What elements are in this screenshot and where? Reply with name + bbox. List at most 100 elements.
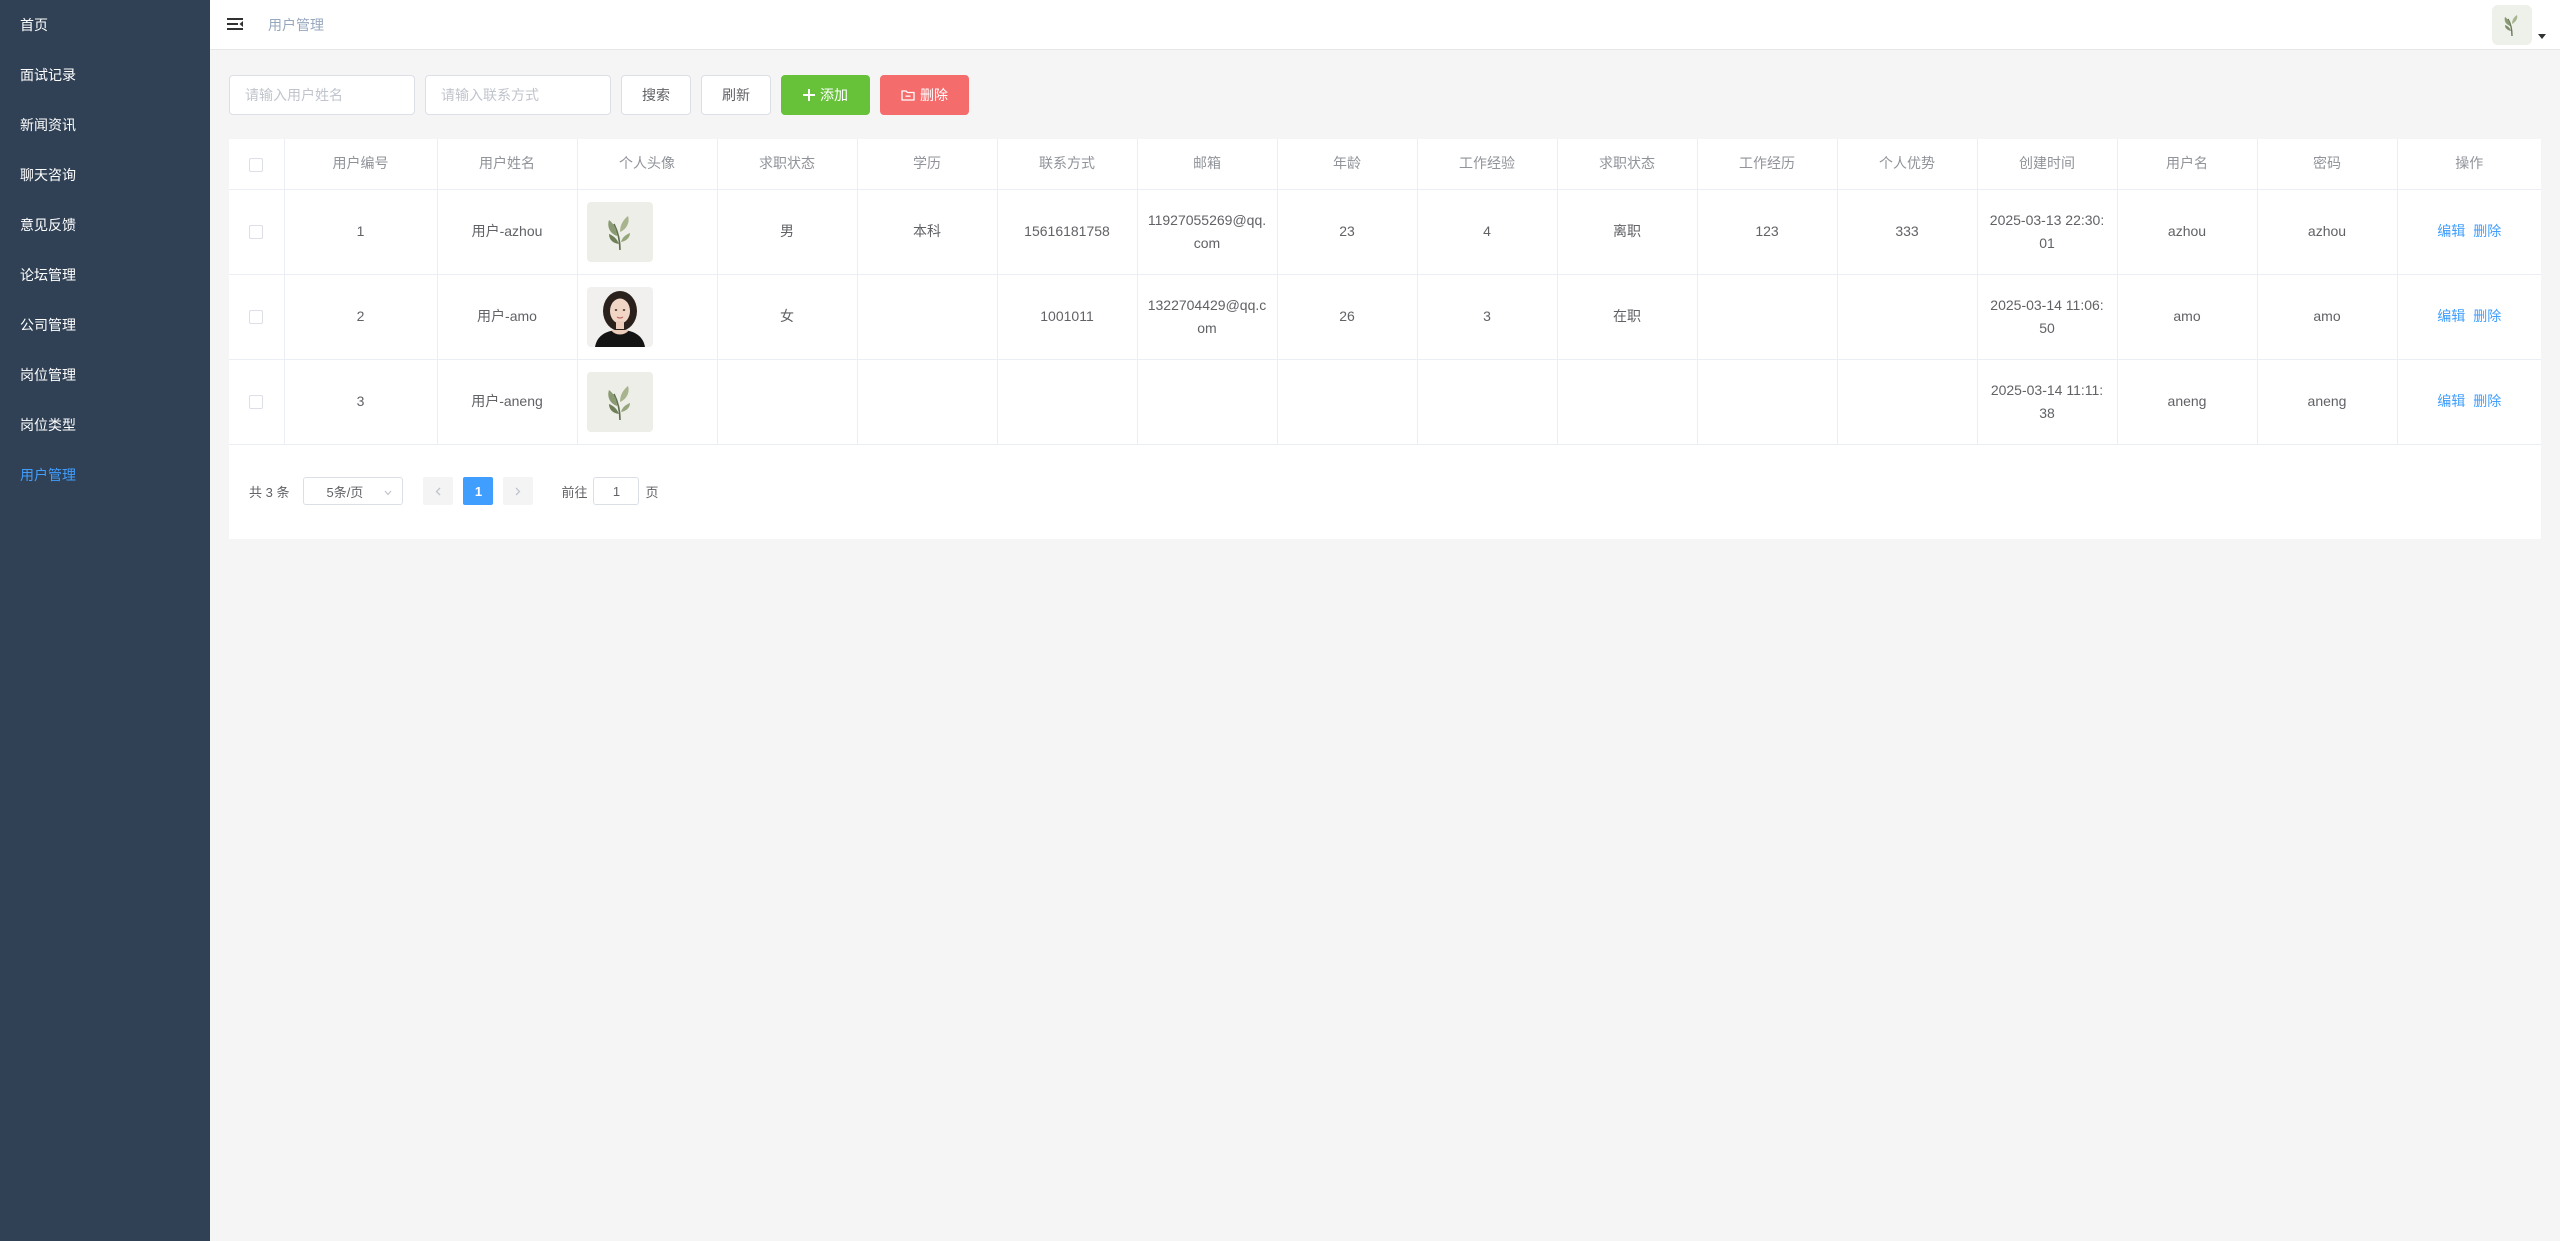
prev-page-button[interactable] [423, 477, 454, 505]
column-header: 求职状态 [1557, 139, 1698, 190]
cell-created: 2025-03-13 22:30:01 [1977, 189, 2118, 275]
next-page-button[interactable] [503, 477, 534, 505]
edit-link[interactable]: 编辑 [2437, 308, 2465, 324]
cell-status [1557, 359, 1698, 445]
edit-link[interactable]: 编辑 [2437, 223, 2465, 239]
delete-button-label: 删除 [920, 87, 948, 103]
refresh-button-label: 刷新 [722, 87, 750, 103]
sidebar-item-chat[interactable]: 聊天咨询 [0, 150, 210, 200]
row-checkbox[interactable] [249, 310, 264, 325]
cell-education [857, 274, 998, 360]
cell-password: amo [2257, 274, 2398, 360]
cell-password: aneng [2257, 359, 2398, 445]
sidebar-item-jobs[interactable]: 岗位管理 [0, 350, 210, 400]
table-row: 1 用户-azhou 男 本科 15616181758 11927055269@… [229, 189, 2541, 275]
sidebar-item-news[interactable]: 新闻资讯 [0, 100, 210, 150]
column-header: 学历 [857, 139, 998, 190]
column-header: 用户编号 [284, 139, 438, 190]
cell-education [857, 359, 998, 445]
delete-button[interactable]: 删除 [880, 75, 969, 115]
caret-down-icon [2538, 33, 2546, 39]
cell-username: aneng [2117, 359, 2258, 445]
search-button[interactable]: 搜索 [621, 75, 691, 115]
refresh-button[interactable]: 刷新 [701, 75, 771, 115]
top-header: 用户管理 [210, 0, 2560, 50]
cell-username: azhou [2117, 189, 2258, 275]
chevron-down-icon [384, 484, 392, 499]
cell-gender [717, 359, 858, 445]
plant-avatar-image [586, 371, 653, 432]
cell-history [1697, 274, 1838, 360]
cell-age [1277, 359, 1418, 445]
goto-page-input[interactable] [593, 477, 640, 505]
delete-link[interactable]: 删除 [2473, 223, 2501, 239]
cell-advantage: 333 [1837, 189, 1978, 275]
add-button-label: 添加 [820, 87, 848, 103]
sidebar: 首页 面试记录 新闻资讯 聊天咨询 意见反馈 论坛管理 公司管理 岗位管理 岗位… [0, 0, 210, 1241]
sidebar-item-feedback[interactable]: 意见反馈 [0, 200, 210, 250]
cell-avatar [577, 274, 718, 360]
cell-gender: 男 [717, 189, 858, 275]
user-avatar-dropdown[interactable] [2492, 4, 2546, 46]
cell-actions: 编辑 删除 [2397, 359, 2541, 445]
cell-phone [997, 359, 1138, 445]
cell-password: azhou [2257, 189, 2398, 275]
users-table: 用户编号 用户姓名 个人头像 求职状态 学历 联系方式 邮箱 年龄 工作经验 求… [229, 139, 2541, 445]
cell-id: 1 [284, 189, 438, 275]
user-avatar[interactable] [2492, 5, 2532, 45]
column-header: 求职状态 [717, 139, 858, 190]
page-number-current[interactable]: 1 [463, 477, 494, 505]
chevron-right-icon [516, 487, 521, 495]
cell-status: 在职 [1557, 274, 1698, 360]
page-size-select[interactable]: 5条/页 [303, 477, 404, 505]
table-row: 3 用户-aneng 2025-03-14 11:11:38 aneng ane… [229, 359, 2541, 445]
select-all-checkbox[interactable] [249, 157, 264, 172]
sidebar-item-users[interactable]: 用户管理 [0, 450, 210, 500]
cell-actions: 编辑 删除 [2397, 274, 2541, 360]
cell-age: 23 [1277, 189, 1418, 275]
pagination: 共 3 条 5条/页 1 前往 页 [249, 477, 659, 505]
edit-link[interactable]: 编辑 [2437, 393, 2465, 409]
cell-created: 2025-03-14 11:11:38 [1977, 359, 2118, 445]
cell-history: 123 [1697, 189, 1838, 275]
cell-status: 离职 [1557, 189, 1698, 275]
column-header: 个人优势 [1837, 139, 1978, 190]
sidebar-item-job-types[interactable]: 岗位类型 [0, 400, 210, 450]
column-header: 密码 [2257, 139, 2398, 190]
cell-name: 用户-azhou [437, 189, 578, 275]
sidebar-item-companies[interactable]: 公司管理 [0, 300, 210, 350]
page-size-value: 5条/页 [326, 484, 364, 500]
sidebar-item-forum[interactable]: 论坛管理 [0, 250, 210, 300]
cell-phone: 1001011 [997, 274, 1138, 360]
folder-delete-icon [901, 89, 915, 101]
delete-link[interactable]: 删除 [2473, 393, 2501, 409]
table-row: 2 用户-amo 女 1001011 1322704429@qq.com 26 … [229, 274, 2541, 360]
column-header: 创建时间 [1977, 139, 2118, 190]
menu-fold-icon[interactable] [226, 15, 244, 33]
row-checkbox[interactable] [249, 395, 264, 410]
cell-gender: 女 [717, 274, 858, 360]
plant-icon [2504, 15, 2518, 37]
toolbar: 搜索 刷新 添加 删除 [229, 75, 979, 115]
cell-advantage [1837, 274, 1978, 360]
contact-search-input[interactable] [425, 75, 611, 115]
add-button[interactable]: 添加 [781, 75, 870, 115]
cell-name: 用户-amo [437, 274, 578, 360]
column-header: 操作 [2397, 139, 2541, 190]
cell-actions: 编辑 删除 [2397, 189, 2541, 275]
sidebar-item-interviews[interactable]: 面试记录 [0, 50, 210, 100]
page-jumper: 前往 页 [561, 477, 659, 505]
username-search-input[interactable] [229, 75, 415, 115]
row-checkbox[interactable] [249, 225, 264, 240]
delete-link[interactable]: 删除 [2473, 308, 2501, 324]
cell-phone: 15616181758 [997, 189, 1138, 275]
column-header: 联系方式 [997, 139, 1138, 190]
cell-experience: 3 [1417, 274, 1558, 360]
column-header: 用户姓名 [437, 139, 578, 190]
column-header: 个人头像 [577, 139, 718, 190]
cell-name: 用户-aneng [437, 359, 578, 445]
column-header: 工作经历 [1697, 139, 1838, 190]
plant-avatar-image [586, 201, 653, 262]
sidebar-item-home[interactable]: 首页 [0, 0, 210, 50]
cell-username: amo [2117, 274, 2258, 360]
